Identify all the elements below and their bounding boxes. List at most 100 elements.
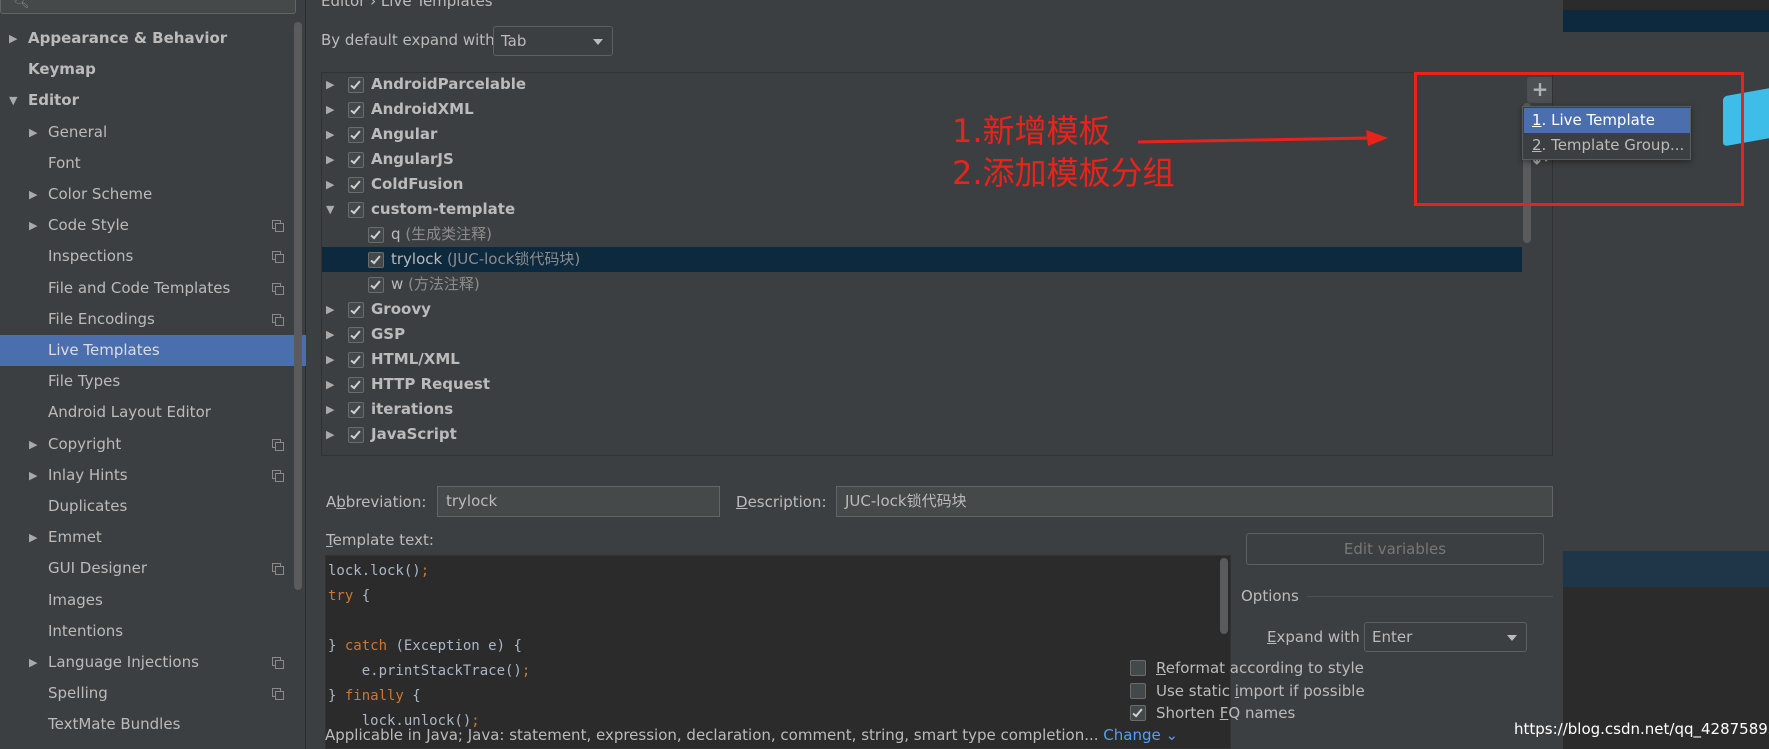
- chevron-right-icon[interactable]: ▶: [326, 397, 334, 422]
- enabled-checkbox[interactable]: [348, 77, 364, 93]
- enabled-checkbox[interactable]: [348, 202, 364, 218]
- settings-search-input[interactable]: 🔍︎: [0, 0, 296, 14]
- default-expand-select[interactable]: Tab: [493, 26, 613, 56]
- template-group-row[interactable]: ▶ HTTP Request: [322, 372, 1522, 397]
- template-group-row[interactable]: ▶ AndroidXML: [322, 97, 1522, 122]
- template-group-row[interactable]: ▶ Groovy: [322, 297, 1522, 322]
- sidebar-item[interactable]: File Encodings: [0, 304, 306, 335]
- template-group-row[interactable]: ▶ HTML/XML: [322, 347, 1522, 372]
- template-name-text: Groovy: [371, 300, 431, 318]
- description-input[interactable]: JUC-lock锁代码块: [836, 486, 1553, 517]
- sidebar-item[interactable]: ▶ Appearance & Behavior: [0, 23, 306, 54]
- template-text-editor[interactable]: lock.lock(); try {} catch (Exception e) {…: [325, 555, 1231, 749]
- chevron-right-icon[interactable]: ▶: [29, 460, 37, 491]
- chevron-right-icon[interactable]: ▶: [29, 647, 37, 678]
- template-group-row[interactable]: ▶ GSP: [322, 322, 1522, 347]
- option-checkbox[interactable]: [1130, 682, 1146, 699]
- code-token: e.printStackTrace(): [328, 663, 522, 679]
- code-token: (Exception e) {: [387, 638, 522, 654]
- chevron-right-icon[interactable]: ▶: [326, 73, 334, 97]
- sidebar-item[interactable]: Intentions: [0, 616, 306, 647]
- enabled-checkbox[interactable]: [368, 277, 384, 293]
- option-checkbox[interactable]: [1130, 660, 1146, 676]
- enabled-checkbox[interactable]: [348, 427, 364, 443]
- chevron-right-icon[interactable]: ▶: [326, 347, 334, 372]
- enabled-checkbox[interactable]: [348, 177, 364, 193]
- editor-scrollbar[interactable]: [1220, 558, 1228, 634]
- sidebar-item[interactable]: ▶ Color Scheme: [0, 179, 306, 210]
- chevron-right-icon[interactable]: ▶: [326, 147, 334, 172]
- sidebar-item[interactable]: ▶ Copyright: [0, 429, 306, 460]
- sidebar-item[interactable]: Inspections: [0, 241, 306, 272]
- chevron-right-icon[interactable]: ▶: [29, 429, 37, 460]
- abbreviation-input[interactable]: trylock: [437, 486, 720, 517]
- project-scope-icon: [272, 251, 284, 264]
- chevron-down-icon[interactable]: ▼: [9, 85, 17, 116]
- sidebar-item[interactable]: ▶ Code Style: [0, 210, 306, 241]
- sidebar-item[interactable]: ▼ Editor: [0, 85, 306, 116]
- check-icon: [350, 353, 361, 365]
- chevron-right-icon[interactable]: ▶: [326, 322, 334, 347]
- sidebar-item[interactable]: Android Layout Editor: [0, 397, 306, 428]
- enabled-checkbox[interactable]: [368, 227, 384, 243]
- chevron-right-icon[interactable]: ▶: [326, 122, 334, 147]
- chevron-right-icon[interactable]: ▶: [326, 97, 334, 122]
- enabled-checkbox[interactable]: [348, 102, 364, 118]
- sidebar-item[interactable]: Images: [0, 585, 306, 616]
- sidebar-item-label: Copyright: [48, 434, 122, 453]
- chevron-right-icon[interactable]: ▶: [326, 422, 334, 447]
- template-row[interactable]: q (生成类注释): [322, 222, 1522, 247]
- sidebar-item[interactable]: File Types: [0, 366, 306, 397]
- enabled-checkbox[interactable]: [348, 352, 364, 368]
- change-link[interactable]: Change ⌄: [1103, 726, 1178, 744]
- chevron-down-icon[interactable]: ▼: [326, 197, 334, 222]
- sidebar-item[interactable]: Duplicates: [0, 491, 306, 522]
- sidebar-item-label: Inspections: [48, 247, 134, 266]
- chevron-right-icon[interactable]: ▶: [29, 117, 37, 148]
- template-group-row[interactable]: ▶ AndroidParcelable: [322, 73, 1522, 97]
- enabled-checkbox[interactable]: [348, 152, 364, 168]
- chevron-right-icon[interactable]: ▶: [29, 179, 37, 210]
- template-row[interactable]: trylock (JUC-lock锁代码块): [322, 247, 1522, 272]
- template-group-row[interactable]: ▶ AngularJS: [322, 147, 1522, 172]
- sidebar-item[interactable]: ▶ General: [0, 117, 306, 148]
- template-name: Groovy: [371, 297, 431, 322]
- chevron-right-icon[interactable]: ▶: [9, 23, 17, 54]
- chevron-right-icon[interactable]: ▶: [326, 172, 334, 197]
- expand-with-select[interactable]: Enter: [1364, 622, 1527, 652]
- sidebar-item[interactable]: GUI Designer: [0, 553, 306, 584]
- sidebar-item[interactable]: Font: [0, 148, 306, 179]
- sidebar-item[interactable]: ▶ Emmet: [0, 522, 306, 553]
- sidebar-item[interactable]: Live Templates: [0, 335, 306, 366]
- enabled-checkbox[interactable]: [348, 127, 364, 143]
- sidebar-scrollbar[interactable]: [294, 22, 302, 590]
- sidebar-item-label: Language Injections: [48, 653, 199, 671]
- chevron-right-icon[interactable]: ▶: [29, 210, 37, 241]
- template-group-row[interactable]: ▼ custom-template: [322, 197, 1522, 222]
- sidebar-item[interactable]: Spelling: [0, 678, 306, 709]
- sidebar-item[interactable]: ▶ Inlay Hints: [0, 460, 306, 491]
- option-checkbox[interactable]: [1130, 705, 1146, 721]
- template-name: custom-template: [371, 197, 515, 222]
- sidebar-item[interactable]: Keymap: [0, 54, 306, 85]
- enabled-checkbox[interactable]: [368, 252, 384, 268]
- chevron-right-icon[interactable]: ▶: [326, 297, 334, 322]
- template-row[interactable]: w (方法注释): [322, 272, 1522, 297]
- sidebar-item[interactable]: TextMate Bundles: [0, 709, 306, 740]
- enabled-checkbox[interactable]: [348, 402, 364, 418]
- chevron-right-icon[interactable]: ▶: [29, 522, 37, 553]
- check-icon: [350, 128, 361, 140]
- project-scope-icon: [272, 563, 284, 576]
- edit-variables-button[interactable]: Edit variables: [1246, 533, 1544, 565]
- check-icon: [1132, 706, 1143, 718]
- chevron-right-icon[interactable]: ▶: [326, 372, 334, 397]
- template-group-row[interactable]: ▶ ColdFusion: [322, 172, 1522, 197]
- enabled-checkbox[interactable]: [348, 327, 364, 343]
- template-group-row[interactable]: ▶ JavaScript: [322, 422, 1522, 447]
- sidebar-item[interactable]: File and Code Templates: [0, 273, 306, 304]
- option-label: Use static import if possible: [1156, 681, 1365, 700]
- enabled-checkbox[interactable]: [348, 302, 364, 318]
- enabled-checkbox[interactable]: [348, 377, 364, 393]
- sidebar-item[interactable]: ▶ Language Injections: [0, 647, 306, 678]
- template-group-row[interactable]: ▶ iterations: [322, 397, 1522, 422]
